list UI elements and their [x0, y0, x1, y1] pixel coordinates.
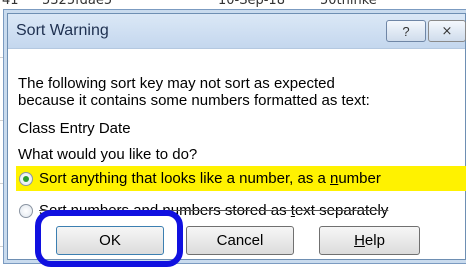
sort-warning-dialog: Sort Warning ? ⨯ The following sort key …	[7, 13, 466, 267]
radio-selected-icon[interactable]	[19, 171, 33, 186]
help-button[interactable]: Help	[319, 226, 420, 255]
option-sort-separately[interactable]: Sort numbers and numbers stored as text …	[16, 198, 466, 223]
option-sort-as-number[interactable]: Sort anything that looks like a number, …	[16, 166, 466, 191]
ok-button[interactable]: OK	[56, 226, 164, 255]
message-line: because it contains some numbers formatt…	[18, 92, 370, 109]
cell-text: 41	[2, 0, 19, 8]
title-help-button[interactable]: ?	[386, 20, 426, 42]
dialog-titlebar[interactable]: Sort Warning ? ⨯	[8, 14, 466, 49]
dialog-body: The following sort key may not sort as e…	[8, 49, 466, 267]
sort-key-name: Class Entry Date	[18, 120, 131, 137]
option-label: Sort numbers and numbers stored as text …	[39, 202, 389, 219]
close-icon: ⨯	[441, 23, 453, 38]
warning-message: The following sort key may not sort as e…	[18, 75, 458, 109]
question-text: What would you like to do?	[18, 146, 198, 163]
spreadsheet-background-row: 41 5325fdae5 10-Sep-18 50thinke	[0, 0, 466, 14]
close-button[interactable]: ⨯	[428, 20, 466, 42]
cancel-button[interactable]: Cancel	[186, 226, 294, 255]
dialog-title: Sort Warning	[16, 22, 109, 39]
cell-text: 50thinke	[320, 0, 377, 8]
radio-unselected-icon[interactable]	[19, 203, 33, 218]
message-line: The following sort key may not sort as e…	[18, 75, 335, 92]
question-mark-icon: ?	[402, 23, 410, 39]
cell-text: 5325fdae5	[42, 0, 113, 8]
option-label: Sort anything that looks like a number, …	[39, 170, 381, 187]
cell-text: 10-Sep-18	[218, 0, 285, 8]
